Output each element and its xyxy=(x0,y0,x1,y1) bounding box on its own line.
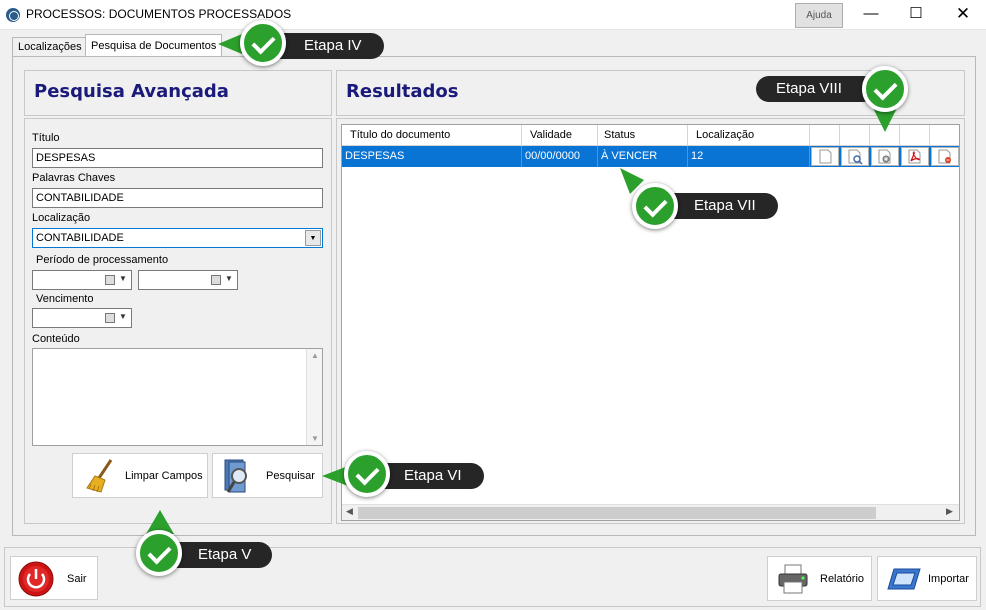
clear-fields-label: Limpar Campos xyxy=(125,470,203,482)
export-pdf-button[interactable] xyxy=(901,147,929,166)
search-panel-title: Pesquisa Avançada xyxy=(34,81,229,102)
maximize-button[interactable]: ☐ xyxy=(893,0,939,30)
chevron-down-icon: ▼ xyxy=(119,274,127,283)
callout-etapa-viii: Etapa VIII xyxy=(756,76,876,102)
conteudo-label: Conteúdo xyxy=(32,333,80,345)
localizacao-select[interactable]: CONTABILIDADE ▼ xyxy=(32,228,323,248)
localizacao-select-value: CONTABILIDADE xyxy=(36,232,124,244)
chevron-down-icon: ▼ xyxy=(119,312,127,321)
column-header-status[interactable]: Status xyxy=(598,125,688,146)
localizacao-label: Localização xyxy=(32,212,91,224)
titulo-label: Título xyxy=(32,132,60,144)
chevron-down-icon: ▼ xyxy=(225,274,233,283)
periodo-label: Período de processamento xyxy=(36,254,169,266)
report-button[interactable]: Relatório xyxy=(767,556,872,601)
grid-header: Título do documento Validade Status Loca… xyxy=(342,125,959,146)
scroll-down-icon[interactable]: ▼ xyxy=(307,434,323,443)
check-circle-icon xyxy=(240,20,286,66)
search-button[interactable]: Pesquisar xyxy=(212,453,323,498)
report-label: Relatório xyxy=(820,573,865,585)
check-circle-icon xyxy=(862,66,908,112)
search-book-icon xyxy=(224,459,247,493)
column-header-action xyxy=(930,125,959,146)
scroll-up-icon[interactable]: ▲ xyxy=(307,351,323,360)
close-button[interactable]: ✕ xyxy=(940,0,986,30)
column-header-titulo[interactable]: Título do documento xyxy=(342,125,522,146)
broom-icon xyxy=(86,459,113,493)
callout-pointer-icon xyxy=(218,34,242,54)
periodo-start-date[interactable]: ▼ xyxy=(32,270,132,290)
import-button[interactable]: Importar xyxy=(877,556,977,601)
cell-localizacao: 12 xyxy=(688,146,810,167)
title-bar: PROCESSOS: DOCUMENTOS PROCESSADOS Ajuda … xyxy=(0,0,986,30)
column-header-action xyxy=(840,125,870,146)
calendar-icon xyxy=(211,275,221,285)
power-icon xyxy=(18,561,54,597)
exit-label: Sair xyxy=(67,573,87,585)
window-title: PROCESSOS: DOCUMENTOS PROCESSADOS xyxy=(26,7,292,21)
vencimento-date[interactable]: ▼ xyxy=(32,308,132,328)
vencimento-label: Vencimento xyxy=(36,293,94,305)
import-label: Importar xyxy=(928,573,969,585)
titulo-input[interactable]: DESPESAS xyxy=(32,148,323,168)
conteudo-scrollbar[interactable]: ▲ ▼ xyxy=(306,349,322,445)
minimize-button[interactable]: — xyxy=(848,0,894,30)
column-header-action xyxy=(810,125,840,146)
import-icon xyxy=(887,568,921,590)
scrollbar-thumb[interactable] xyxy=(358,507,876,519)
document-delete-icon xyxy=(938,149,951,164)
app-logo-icon xyxy=(6,8,20,22)
pdf-icon xyxy=(908,149,921,164)
results-panel-title: Resultados xyxy=(346,81,459,102)
document-search-icon xyxy=(848,149,863,165)
document-icon xyxy=(819,149,832,164)
calendar-icon xyxy=(105,313,115,323)
results-horizontal-scrollbar[interactable]: ◀ ▶ xyxy=(342,504,959,520)
palavras-chaves-input[interactable]: CONTABILIDADE xyxy=(32,188,323,208)
conteudo-textarea[interactable]: ▲ ▼ xyxy=(32,348,323,446)
printer-icon xyxy=(778,564,808,594)
check-circle-icon xyxy=(136,530,182,576)
cell-titulo: DESPESAS xyxy=(342,146,522,167)
tab-pesquisa-documentos[interactable]: Pesquisa de Documentos xyxy=(85,34,223,57)
check-circle-icon xyxy=(632,183,678,229)
preview-document-button[interactable] xyxy=(841,147,869,166)
document-settings-button[interactable] xyxy=(871,147,899,166)
tab-localizacoes[interactable]: Localizações xyxy=(12,37,88,57)
open-document-button[interactable] xyxy=(811,147,839,166)
palavras-chaves-label: Palavras Chaves xyxy=(32,172,116,184)
exit-button[interactable]: Sair xyxy=(10,556,98,600)
check-circle-icon xyxy=(344,451,390,497)
periodo-end-date[interactable]: ▼ xyxy=(138,270,238,290)
scroll-right-icon[interactable]: ▶ xyxy=(946,506,953,517)
search-button-label: Pesquisar xyxy=(266,470,315,482)
delete-document-button[interactable] xyxy=(931,147,959,166)
document-gear-icon xyxy=(878,149,891,164)
help-button[interactable]: Ajuda xyxy=(795,3,843,28)
table-row[interactable]: DESPESAS 00/00/0000 À VENCER 12 xyxy=(342,146,959,167)
column-header-localizacao[interactable]: Localização xyxy=(688,125,810,146)
column-header-validade[interactable]: Validade xyxy=(522,125,598,146)
column-header-action xyxy=(900,125,930,146)
calendar-icon xyxy=(105,275,115,285)
chevron-down-icon[interactable]: ▼ xyxy=(305,230,321,246)
scroll-left-icon[interactable]: ◀ xyxy=(346,506,353,517)
cell-status: À VENCER xyxy=(598,146,688,167)
clear-fields-button[interactable]: Limpar Campos xyxy=(72,453,208,498)
cell-validade: 00/00/0000 xyxy=(522,146,598,167)
